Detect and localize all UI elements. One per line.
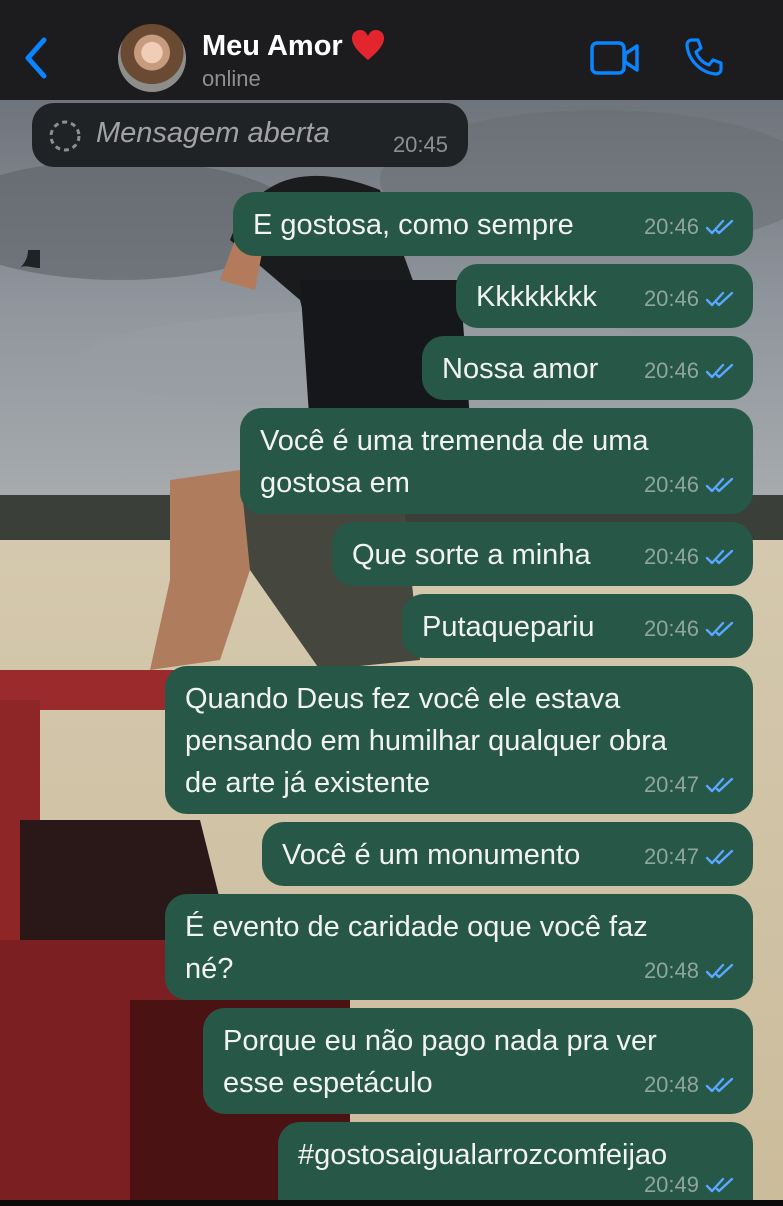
outgoing-message[interactable]: Quando Deus fez você ele estava pensando… <box>165 666 753 814</box>
view-once-icon <box>49 120 81 152</box>
double-check-icon <box>705 363 734 379</box>
message-time: 20:48 <box>643 1072 699 1097</box>
incoming-message-view-once[interactable]: Mensagem aberta 20:45 <box>32 103 468 167</box>
contact-status: online <box>202 66 261 91</box>
message-meta: 20:46 <box>644 536 735 578</box>
message-text-line: Você é uma tremenda de uma <box>260 425 649 457</box>
outgoing-message[interactable]: Nossa amor 20:46 <box>422 336 753 400</box>
message-meta: 20:48 <box>644 1064 735 1106</box>
double-check-icon <box>705 219 734 235</box>
double-check-icon <box>705 963 734 979</box>
message-time: 20:46 <box>643 286 699 311</box>
bubble-tail <box>20 250 40 268</box>
message-meta: 20:48 <box>644 950 735 992</box>
message-time: 20:45 <box>392 132 448 157</box>
message-time: 20:46 <box>643 472 699 497</box>
message-text: Mensagem aberta <box>96 117 330 149</box>
double-check-icon <box>705 849 734 865</box>
outgoing-message[interactable]: Você é uma tremenda de uma gostosa em 20… <box>240 408 753 514</box>
message-meta: 20:46 <box>644 464 735 506</box>
double-check-icon <box>705 777 734 793</box>
chevron-left-icon <box>25 37 47 79</box>
message-meta: 20:47 <box>644 836 735 878</box>
outgoing-message[interactable]: Porque eu não pago nada pra ver esse esp… <box>203 1008 753 1114</box>
message-text-line: Quando Deus fez você ele estava <box>185 683 621 715</box>
message-time: 20:46 <box>643 616 699 641</box>
chat-header: Meu Amor online <box>0 0 783 100</box>
double-check-icon <box>705 1077 734 1093</box>
outgoing-message[interactable]: #gostosaigualarrozcomfeijao 20:49 <box>278 1122 753 1200</box>
message-time: 20:46 <box>643 214 699 239</box>
message-meta: 20:46 <box>644 206 735 248</box>
double-check-icon <box>705 291 734 307</box>
message-text-line: Porque eu não pago nada pra ver <box>223 1025 657 1057</box>
outgoing-message[interactable]: Que sorte a minha 20:46 <box>332 522 753 586</box>
double-check-icon <box>705 477 734 493</box>
message-meta: 20:47 <box>644 764 735 806</box>
message-time: 20:46 <box>643 358 699 383</box>
message-time: 20:48 <box>643 958 699 983</box>
avatar[interactable] <box>118 24 186 92</box>
message-time: 20:47 <box>643 844 699 869</box>
phone-icon <box>685 38 723 76</box>
double-check-icon <box>705 549 734 565</box>
message-time: 20:46 <box>643 544 699 569</box>
contact-name[interactable]: Meu Amor <box>202 30 343 63</box>
voice-call-button[interactable] <box>683 36 725 78</box>
heart-icon <box>352 30 384 60</box>
message-text-line: É evento de caridade oque você faz <box>185 911 648 943</box>
back-button[interactable] <box>20 34 54 84</box>
message-meta: 20:46 <box>644 608 735 650</box>
double-check-icon <box>705 1177 734 1193</box>
outgoing-message[interactable]: Kkkkkkkk 20:46 <box>456 264 753 328</box>
outgoing-message[interactable]: Putaquepariu 20:46 <box>402 594 753 658</box>
outgoing-message[interactable]: Você é um monumento 20:47 <box>262 822 753 886</box>
message-time: 20:47 <box>643 772 699 797</box>
video-call-button[interactable] <box>589 40 641 76</box>
outgoing-message[interactable]: E gostosa, como sempre 20:46 <box>233 192 753 256</box>
message-meta: 20:46 <box>644 350 735 392</box>
message-text-line: pensando em humilhar qualquer obra <box>185 725 668 757</box>
video-camera-icon <box>590 41 639 75</box>
message-meta: 20:46 <box>644 278 735 320</box>
outgoing-message[interactable]: É evento de caridade oque você faz né? 2… <box>165 894 753 1000</box>
double-check-icon <box>705 621 734 637</box>
